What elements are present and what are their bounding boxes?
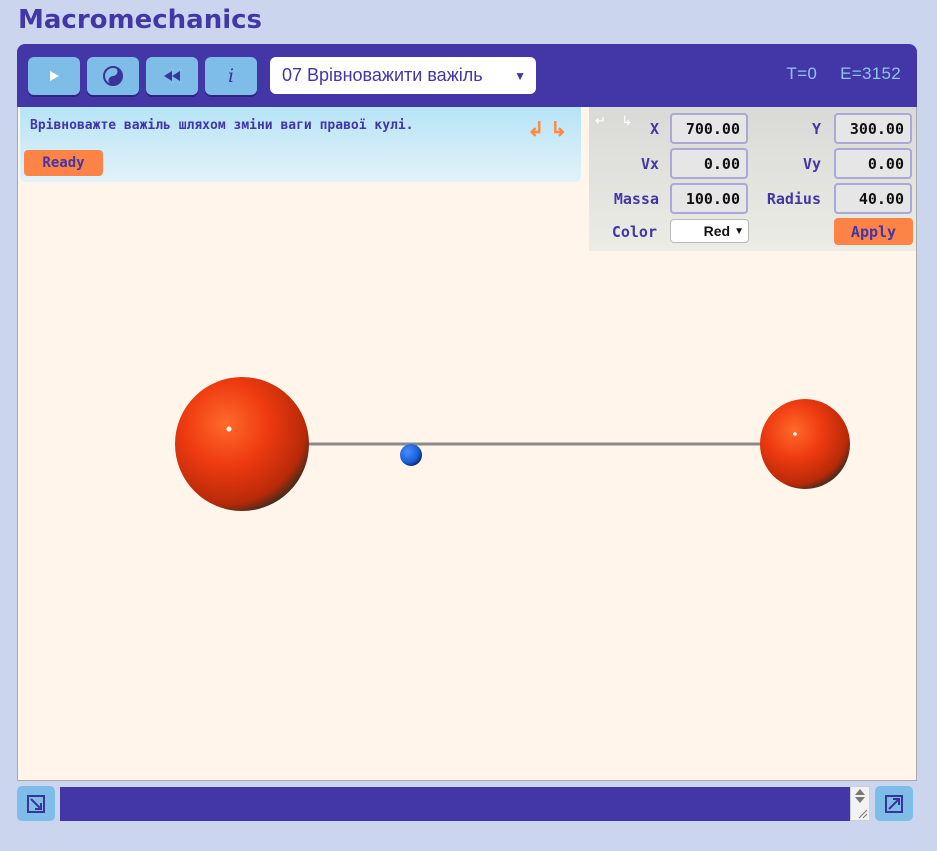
undo-arrow-icon[interactable]: ↲ (527, 119, 550, 141)
yin-yang-button[interactable] (87, 57, 139, 95)
play-button[interactable] (28, 57, 80, 95)
y-label: Y (811, 120, 821, 138)
redo-arrow-icon[interactable]: ↳ (550, 119, 573, 141)
message-panel: Врівноважте важіль шляхом зміни ваги пра… (20, 107, 581, 182)
right-ball[interactable] (760, 399, 850, 489)
level-select-value: 07 Врівноважити важіль (282, 65, 483, 85)
ready-button[interactable]: Ready (24, 150, 103, 176)
console-output[interactable] (60, 787, 850, 821)
x-field[interactable]: 700.00 (670, 113, 748, 144)
bottom-bar (0, 786, 937, 826)
status-readout: T=0 E=3152 (768, 64, 901, 84)
vy-label: Vy (802, 155, 821, 173)
y-field[interactable]: 300.00 (834, 113, 912, 144)
color-select-value: Red (703, 223, 731, 239)
mass-field[interactable]: 100.00 (670, 183, 748, 214)
radius-field[interactable]: 40.00 (834, 183, 912, 214)
chevron-down-icon: ▼ (514, 68, 526, 83)
energy-readout: E=3152 (840, 64, 901, 83)
app-title: Macromechanics (18, 5, 263, 35)
info-icon: i (227, 65, 235, 87)
left-ball[interactable] (175, 377, 309, 511)
radius-label: Radius (766, 190, 821, 208)
rewind-button[interactable] (146, 57, 198, 95)
simulation-stage[interactable]: Врівноважте важіль шляхом зміни ваги пра… (17, 107, 917, 781)
apply-button[interactable]: Apply (834, 218, 913, 245)
vx-field[interactable]: 0.00 (670, 148, 748, 179)
play-icon (50, 71, 59, 81)
mass-label: Massa (613, 190, 659, 208)
left-ball-highlight (226, 426, 232, 432)
task-message: Врівноважте важіль шляхом зміни ваги пра… (30, 118, 414, 133)
time-readout: T=0 (786, 64, 818, 83)
undo-redo-group: ↲↳ (527, 117, 573, 142)
expand-arrow-icon (885, 794, 903, 813)
rewind-icon (164, 71, 180, 81)
right-ball-highlight (793, 432, 797, 436)
properties-panel: ↵ ↳ X 700.00 Y 300.00 Vx 0.00 Vy 0.00 Ma… (589, 107, 916, 251)
collapse-button[interactable] (17, 786, 55, 821)
vx-label: Vx (640, 155, 659, 173)
x-label: X (649, 120, 659, 138)
expand-button[interactable] (875, 786, 913, 821)
toolbar: i 07 Врівноважити важіль ▼ T=0 E=3152 (17, 44, 917, 107)
scroll-arrows-icon (855, 789, 868, 819)
color-select[interactable]: Red ▼ (670, 219, 749, 243)
level-select[interactable]: 07 Врівноважити важіль ▼ (270, 57, 536, 94)
yin-yang-icon (103, 66, 123, 86)
info-button[interactable]: i (205, 57, 257, 95)
console-scrollbar[interactable] (850, 786, 870, 821)
chevron-down-icon: ▼ (734, 225, 744, 237)
vy-field[interactable]: 0.00 (834, 148, 912, 179)
pivot-ball[interactable] (400, 444, 422, 466)
collapse-arrow-icon (27, 794, 45, 813)
color-label: Color (611, 223, 657, 241)
